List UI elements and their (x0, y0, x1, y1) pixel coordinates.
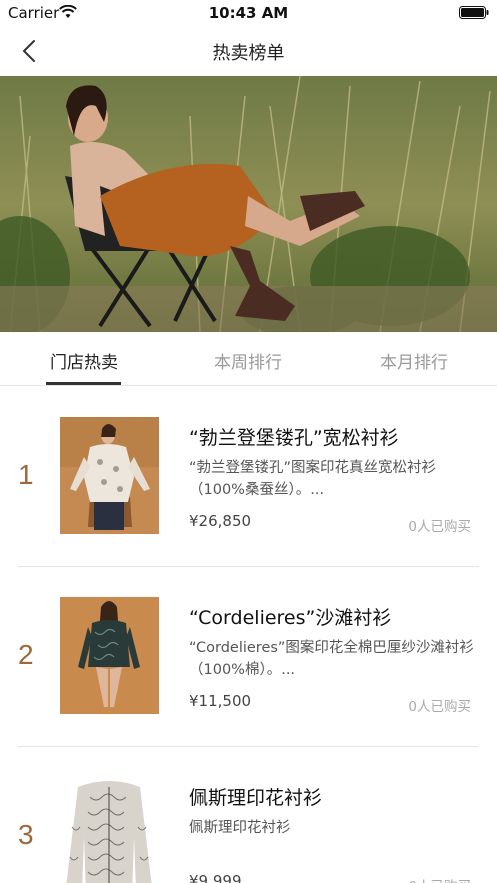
nav-bar: 热卖榜单 (0, 26, 497, 76)
product-title: “Cordelieres”沙滩衬衫 (189, 607, 392, 629)
list-item[interactable]: 1 “勃兰登堡镂孔”宽松衬衫 “勃兰登堡镂孔”图案印花真丝宽松衬衫（100%桑蚕… (0, 387, 497, 567)
rank-number: 3 (18, 819, 34, 850)
product-image[interactable] (60, 597, 159, 714)
list-item[interactable]: 2 “Cordelieres”沙滩衬衫 “Cordelieres”图案印花全棉巴… (0, 567, 497, 747)
rank-number: 2 (18, 639, 34, 670)
product-description: 佩斯理印花衬衫 (189, 820, 291, 836)
product-price: ¥11,500 (189, 692, 252, 710)
battery-icon (459, 6, 489, 19)
product-image[interactable] (60, 777, 159, 883)
product-image[interactable] (60, 417, 159, 534)
product-title: 佩斯理印花衬衫 (189, 787, 323, 809)
rank-number: 1 (18, 459, 34, 490)
status-time: 10:43 AM (208, 4, 289, 22)
banner-image[interactable] (0, 76, 497, 332)
status-bar: Carrier 10:43 AM (0, 0, 497, 26)
tab-monthly[interactable]: 本月排行 (354, 348, 474, 373)
product-description: “Cordelieres”图案印花全棉巴厘纱沙滩衬衫（100%棉）。... (189, 640, 474, 678)
purchase-count: 0人已购买 (408, 519, 471, 535)
tab-weekly[interactable]: 本周排行 (188, 348, 308, 373)
product-description: “勃兰登堡镂孔”图案印花真丝宽松衬衫（100%桑蚕丝）。... (189, 460, 437, 498)
product-title: “勃兰登堡镂孔”宽松衬衫 (189, 427, 399, 449)
purchase-count: 0人已购买 (408, 875, 471, 883)
ranking-tabs: 门店热卖 本周排行 本月排行 (0, 332, 497, 386)
page-title: 热卖榜单 (212, 43, 285, 64)
banner-photo (0, 76, 497, 332)
tab-indicator (46, 382, 121, 385)
purchase-count: 0人已购买 (408, 699, 471, 715)
product-price: ¥26,850 (189, 512, 252, 530)
list-item[interactable]: 3 佩斯理印花衬衫 佩斯理印花衬衫 ¥9,999 0人已购买 (0, 747, 497, 883)
product-price: ¥9,999 (189, 872, 242, 883)
tab-store-hot[interactable]: 门店热卖 (24, 348, 144, 373)
